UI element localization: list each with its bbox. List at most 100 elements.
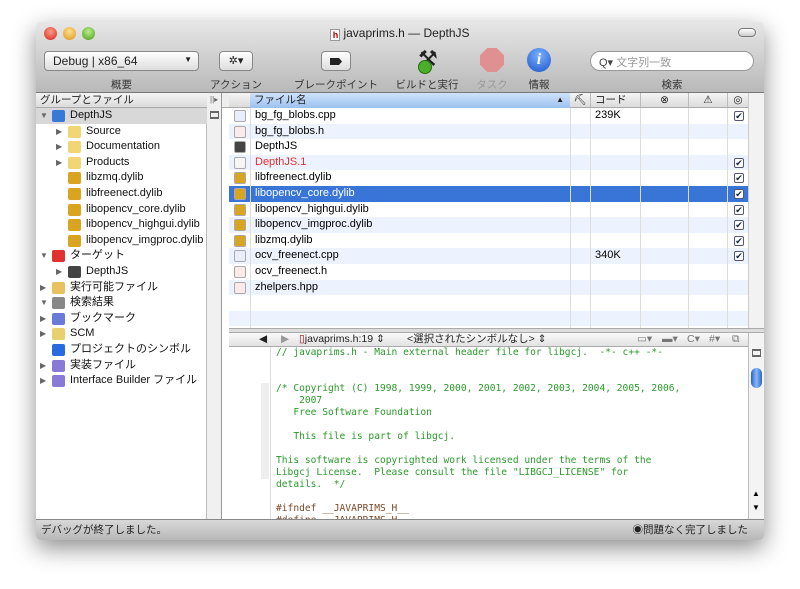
sidebar-item[interactable]: ▶ Documentation: [36, 139, 207, 155]
sidebar-item[interactable]: プロジェクトのシンボル: [36, 342, 207, 358]
disclosure-closed-icon[interactable]: ▶: [40, 358, 46, 374]
sidebar-item[interactable]: ▶ Interface Builder ファイル: [36, 373, 207, 389]
folder-icon: [68, 125, 81, 138]
disclosure-closed-icon[interactable]: ▶: [56, 139, 62, 155]
sidebar-item[interactable]: ▼ 検索結果: [36, 295, 207, 311]
bookmarks-popup-icon[interactable]: ▭▾: [637, 333, 652, 346]
target-checkbox[interactable]: ✔: [734, 157, 744, 168]
column-code[interactable]: コード: [590, 93, 640, 107]
class-popup-icon[interactable]: C▾: [687, 333, 700, 346]
tasks-stop-button[interactable]: [480, 48, 504, 72]
file-row[interactable]: DepthJS.1 ✔: [229, 154, 748, 171]
disclosure-closed-icon[interactable]: ▶: [56, 124, 62, 140]
disclosure-open-icon[interactable]: ▼: [40, 295, 48, 311]
file-name: bg_fg_blobs.cpp: [255, 109, 336, 121]
sidebar-item[interactable]: ▶ ブックマーク: [36, 311, 207, 327]
code-line: This file is part of libgcj.: [276, 431, 456, 442]
breakpoints-button[interactable]: [321, 51, 351, 71]
detail-toggle-icon[interactable]: [210, 111, 219, 119]
file-row[interactable]: libzmq.dylib ✔: [229, 233, 748, 249]
target-checkbox[interactable]: ✔: [734, 173, 744, 184]
disclosure-open-icon[interactable]: ▼: [40, 248, 48, 264]
disclosure-closed-icon[interactable]: ▶: [40, 280, 46, 296]
file-row[interactable]: zhelpers.hpp: [229, 279, 748, 296]
sidebar-item[interactable]: libopencv_highgui.dylib: [36, 217, 207, 233]
file-row[interactable]: ocv_freenect.cpp 340K ✔: [229, 248, 748, 264]
file-history-popup[interactable]: ▯javaprims.h:19 ⇕: [299, 333, 385, 346]
disclosure-closed-icon[interactable]: ▶: [56, 155, 62, 171]
breakpoints-popup-icon[interactable]: ▬▾: [662, 333, 678, 346]
file-row[interactable]: DepthJS: [229, 139, 748, 155]
target-checkbox[interactable]: ✔: [734, 111, 744, 121]
action-button[interactable]: ✲▾: [219, 51, 253, 71]
collapse-sidebar-icon[interactable]: ||▸: [210, 95, 218, 104]
column-name[interactable]: ファイル名 ▲: [250, 93, 570, 108]
sidebar-item-label: libfreenect.dylib: [86, 187, 163, 199]
file-row[interactable]: libopencv_core.dylib ✔: [229, 186, 748, 202]
sidebar-item[interactable]: libopencv_imgproc.dylib: [36, 233, 207, 249]
target-checkbox[interactable]: ✔: [734, 204, 744, 215]
forward-arrow-icon[interactable]: ▶: [281, 333, 289, 346]
sidebar-item[interactable]: ▶ 実装ファイル: [36, 358, 207, 374]
split-editor-icon[interactable]: [752, 349, 761, 357]
build-status[interactable]: ◉問題なく完了しました: [633, 520, 749, 540]
target-checkbox[interactable]: ✔: [734, 251, 744, 262]
column-build[interactable]: ⛏: [570, 93, 590, 107]
sidebar-item[interactable]: ▶ Products: [36, 155, 207, 171]
scroll-down-arrow[interactable]: ▼: [752, 503, 760, 512]
file-list-scrollbar[interactable]: [748, 93, 764, 328]
column-divider: [570, 108, 571, 328]
sidebar-item[interactable]: libzmq.dylib: [36, 170, 207, 186]
target-checkbox[interactable]: ✔: [734, 189, 744, 199]
symbol-popup[interactable]: <選択されたシンボルなし> ⇕: [407, 333, 546, 346]
executable-icon: [52, 281, 65, 294]
build-and-run-button[interactable]: ⚒: [412, 46, 444, 76]
sidebar-item[interactable]: ▼ DepthJS: [36, 108, 207, 124]
file-row[interactable]: bg_fg_blobs.cpp 239K ✔: [229, 108, 748, 124]
search-field[interactable]: Q▾ 文字列一致: [590, 51, 754, 71]
scroll-up-arrow[interactable]: ▲: [752, 489, 760, 498]
disclosure-closed-icon[interactable]: ▶: [40, 373, 46, 389]
header-file-icon: [234, 281, 246, 294]
file-row[interactable]: ocv_freenect.h: [229, 264, 748, 280]
sidebar-splitter[interactable]: ||▸: [207, 93, 222, 519]
file-name: libzmq.dylib: [255, 233, 313, 246]
file-row[interactable]: libopencv_imgproc.dylib ✔: [229, 217, 748, 233]
code-line: Libgcj License. Please consult the file …: [276, 467, 629, 478]
breakpoints-label: ブレークポイント: [294, 79, 378, 91]
file-row[interactable]: libfreenect.dylib ✔: [229, 170, 748, 186]
scroll-thumb[interactable]: [751, 368, 762, 388]
back-arrow-icon[interactable]: ◀: [259, 333, 267, 346]
sidebar-item[interactable]: ▼ ターゲット: [36, 248, 207, 264]
column-warnings[interactable]: ⚠: [688, 93, 727, 107]
disclosure-closed-icon[interactable]: ▶: [40, 326, 46, 342]
fold-ribbon[interactable]: [261, 383, 269, 479]
code-editor[interactable]: // javaprims.h - Main external header fi…: [229, 347, 748, 519]
info-button[interactable]: i: [527, 48, 551, 72]
disclosure-open-icon[interactable]: ▼: [40, 108, 48, 124]
library-icon: [234, 172, 246, 185]
sidebar-item[interactable]: libopencv_core.dylib: [36, 202, 207, 218]
disclosure-closed-icon[interactable]: ▶: [56, 264, 62, 280]
toolbar-toggle-button[interactable]: [738, 28, 756, 37]
code-line: This software is copyrighted work licens…: [276, 455, 652, 466]
sidebar-item-label: Products: [86, 155, 130, 168]
disclosure-closed-icon[interactable]: ▶: [40, 311, 46, 327]
file-popup-value: javaprims.h:19: [304, 333, 374, 345]
sidebar-item[interactable]: ▶ Source: [36, 124, 207, 140]
sidebar-item[interactable]: libfreenect.dylib: [36, 186, 207, 202]
sidebar-item[interactable]: ▶ DepthJS: [36, 264, 207, 280]
target-checkbox[interactable]: ✔: [734, 235, 744, 246]
scheme-popup[interactable]: Debug | x86_64 ▼: [44, 51, 199, 71]
file-row[interactable]: libopencv_highgui.dylib ✔: [229, 202, 748, 218]
sidebar-item[interactable]: ▶ SCM: [36, 326, 207, 342]
file-row[interactable]: bg_fg_blobs.h: [229, 123, 748, 140]
column-target[interactable]: ◎: [727, 93, 748, 107]
sidebar-item[interactable]: ▶ 実行可能ファイル: [36, 280, 207, 296]
column-errors[interactable]: ⊗: [640, 93, 688, 107]
editor-scrollbar[interactable]: ▲ ▼: [748, 333, 764, 519]
target-checkbox[interactable]: ✔: [734, 220, 744, 231]
counterpart-icon[interactable]: ⧉: [732, 333, 740, 346]
include-popup-icon[interactable]: #▾: [709, 333, 720, 346]
